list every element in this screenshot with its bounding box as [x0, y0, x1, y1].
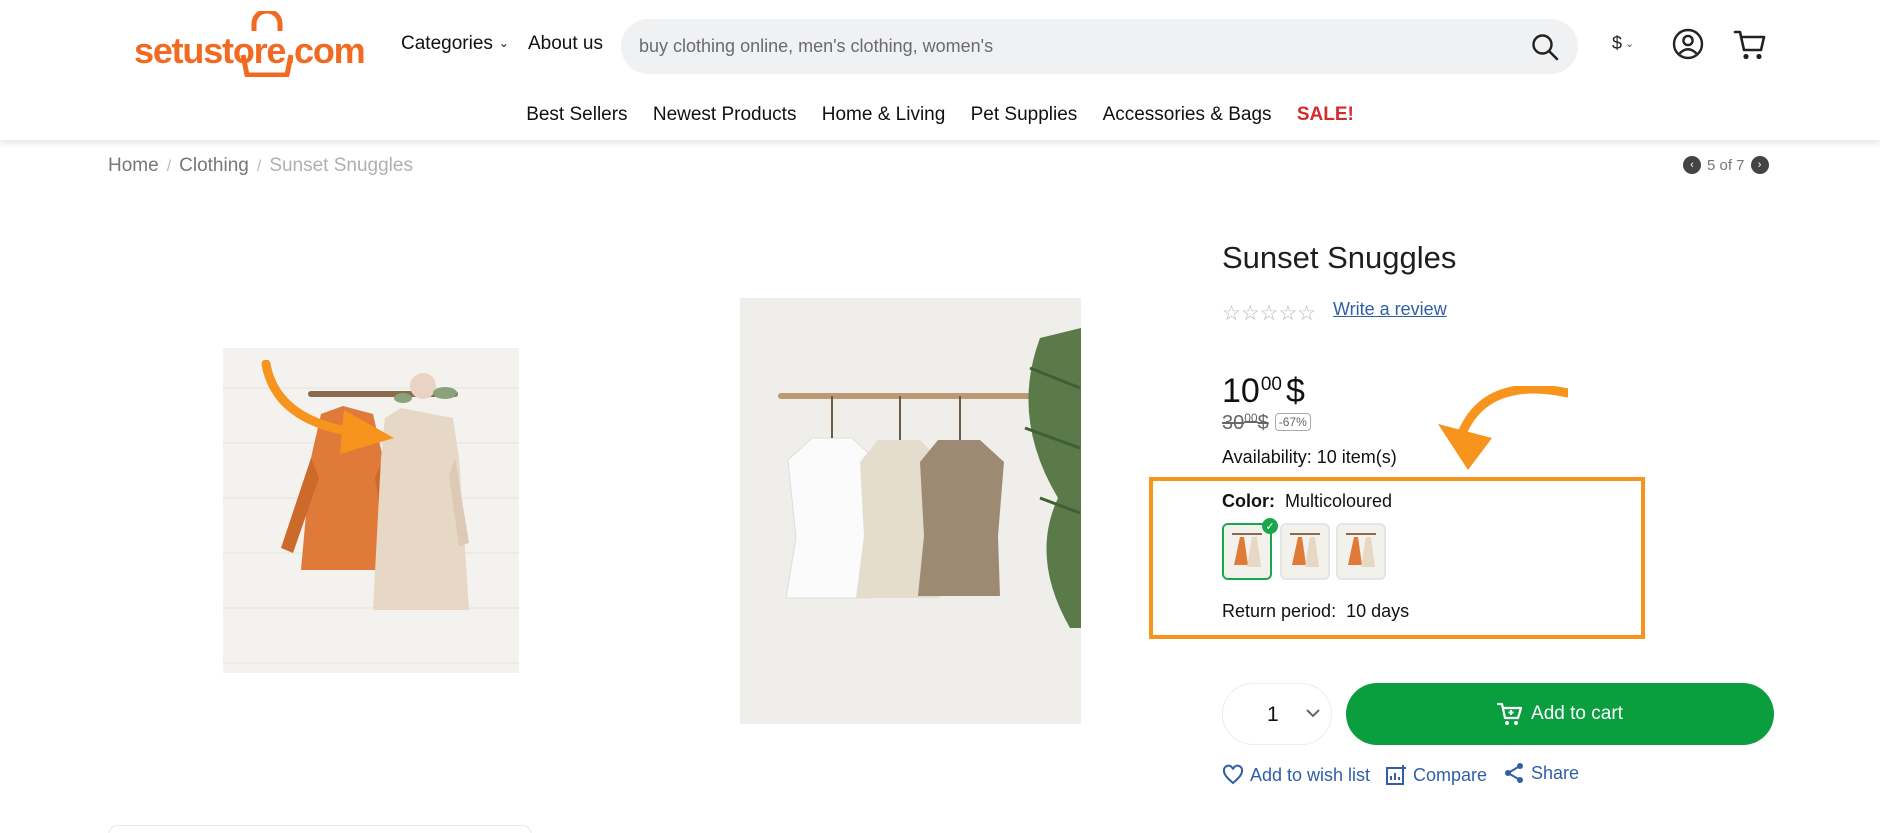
color-label: Color:	[1222, 491, 1275, 511]
color-swatch-option[interactable]	[1336, 523, 1386, 580]
next-product-icon[interactable]: ›	[1750, 156, 1769, 174]
old-price-currency: $	[1257, 412, 1269, 434]
old-price-value: 3000$	[1222, 411, 1269, 434]
discount-badge: -67%	[1274, 413, 1311, 431]
selected-check-icon: ✓	[1262, 518, 1278, 534]
write-review-link[interactable]: Write a review	[1333, 299, 1447, 320]
color-option-label: Color: Multicoloured	[1222, 491, 1392, 512]
quantity-selector[interactable]: 1	[1222, 683, 1332, 745]
previous-product-icon[interactable]: ‹	[1683, 156, 1701, 174]
nav-pet-supplies[interactable]: Pet Supplies	[971, 104, 1078, 126]
breadcrumb-clothing[interactable]: Clothing	[179, 155, 249, 176]
swatch-thumbnail	[1282, 525, 1328, 578]
compare-icon	[1386, 765, 1406, 785]
annotation-arrow	[261, 360, 394, 454]
pager-text: 5 of 7	[1707, 156, 1745, 174]
old-price: 3000$ -67%	[1222, 411, 1311, 435]
product-tabs[interactable]	[108, 825, 532, 833]
color-value: Multicoloured	[1285, 491, 1393, 511]
add-to-wish-list-link[interactable]: Add to wish list	[1222, 764, 1370, 786]
return-period-label: Return period:	[1222, 601, 1337, 621]
currency-symbol: $	[1612, 33, 1623, 53]
cart-icon[interactable]	[1733, 28, 1767, 62]
search-input[interactable]	[639, 19, 1499, 74]
tshirts-photo	[740, 298, 1081, 724]
price-decimals: 00	[1260, 374, 1282, 395]
product-title: Sunset Snuggles	[1222, 240, 1457, 275]
swatch-thumbnail	[1224, 525, 1270, 578]
chevron-down-icon: ⌄	[1625, 38, 1635, 50]
user-account-icon[interactable]	[1672, 28, 1704, 60]
breadcrumb-separator: /	[166, 158, 172, 175]
cart-icon	[1497, 702, 1523, 725]
nav-newest-products[interactable]: Newest Products	[653, 104, 797, 126]
return-period-value: 10 days	[1346, 601, 1410, 621]
wish-list-label: Add to wish list	[1250, 764, 1371, 785]
breadcrumb-current: Sunset Snuggles	[269, 155, 413, 176]
return-period: Return period: 10 days	[1222, 601, 1409, 622]
swatch-thumbnail	[1338, 525, 1384, 578]
share-link[interactable]: Share	[1503, 762, 1579, 784]
about-us-link[interactable]: About us	[528, 33, 603, 55]
shopping-bag-icon	[240, 11, 294, 77]
current-price: 1000 $	[1222, 372, 1305, 411]
currency-selector[interactable]: $ ⌄	[1612, 33, 1634, 54]
annotation-arrow	[1438, 386, 1568, 470]
site-logo[interactable]: setustore.com	[134, 8, 366, 78]
main-navigation: Best Sellers Newest Products Home & Livi…	[0, 104, 1880, 126]
heart-icon	[1222, 764, 1244, 785]
breadcrumb-home[interactable]: Home	[108, 155, 159, 176]
share-label: Share	[1531, 762, 1580, 783]
add-to-cart-label: Add to cart	[1531, 703, 1623, 724]
product-image-tshirts[interactable]	[740, 298, 1081, 724]
breadcrumb-separator: /	[256, 158, 262, 175]
nav-accessories-bags[interactable]: Accessories & Bags	[1103, 104, 1272, 126]
chevron-down-icon: ⌄	[498, 36, 509, 50]
breadcrumb: Home / Clothing / Sunset Snuggles	[108, 155, 413, 177]
color-swatch-option[interactable]	[1280, 523, 1330, 580]
price-integer: 10	[1222, 372, 1260, 410]
search-icon[interactable]	[1530, 32, 1560, 62]
categories-label: Categories	[401, 33, 493, 54]
add-to-cart-button[interactable]: Add to cart	[1346, 683, 1774, 745]
price-currency: $	[1285, 372, 1305, 410]
compare-link[interactable]: Compare	[1385, 764, 1487, 786]
product-pager: ‹ 5 of 7 ›	[1683, 156, 1769, 174]
search-bar	[621, 19, 1578, 74]
nav-home-living[interactable]: Home & Living	[822, 104, 946, 126]
categories-menu[interactable]: Categories ⌄	[401, 33, 509, 55]
site-header: setustore.com Categories⌄ About us $⌄ Be…	[0, 0, 1880, 140]
share-icon	[1505, 763, 1523, 783]
nav-best-sellers[interactable]: Best Sellers	[526, 104, 627, 126]
compare-label: Compare	[1413, 764, 1488, 785]
old-price-integer: 30	[1222, 412, 1245, 434]
quantity-value: 1	[1267, 703, 1279, 726]
nav-sale[interactable]: SALE!	[1297, 104, 1354, 126]
old-price-decimals: 00	[1244, 411, 1258, 425]
chevron-down-icon	[1306, 709, 1320, 718]
availability-text: Availability: 10 item(s)	[1222, 447, 1397, 467]
rating-stars[interactable]: ☆☆☆☆☆	[1222, 301, 1316, 326]
